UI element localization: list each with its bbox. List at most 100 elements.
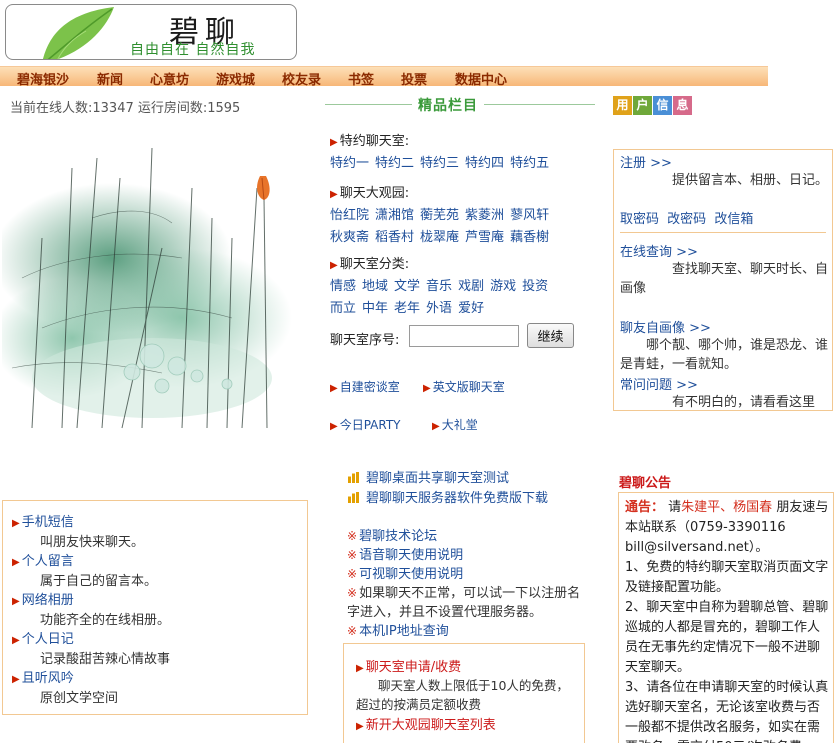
- categories-header: 聊天室分类:: [339, 257, 410, 272]
- asterisk-icon: ※: [347, 586, 358, 600]
- voice-chat-help-link[interactable]: 语音聊天使用说明: [359, 548, 463, 563]
- user-info-badge: 信: [653, 96, 672, 115]
- nav-item-alumni[interactable]: 校友录: [282, 69, 321, 88]
- main-nav: 碧海银沙 新闻 心意坊 游戏城 校友录 书签 投票 数据中心: [0, 66, 768, 88]
- garden-rooms: ▶ 聊天大观园: 怡红院 潇湘馆 蘅芜苑 紫菱洲 蓼风轩 秋爽斋 稻香村 栊翠庵 芦雪庵 藕香榭: [330, 182, 555, 245]
- triangle-bullet-icon: ▶: [330, 189, 338, 200]
- special-room-link[interactable]: 特约三: [420, 156, 459, 171]
- get-password-link[interactable]: 取密码: [620, 212, 659, 227]
- feature-desc: 叫朋友快来聊天。: [40, 535, 145, 550]
- video-chat-help-link[interactable]: 可视聊天使用说明: [359, 567, 463, 582]
- faq-link[interactable]: 常问问题 >>: [620, 374, 698, 393]
- announcement-box: 通告： 请朱建平、杨国春 朋友速与本站联系（0759-3390116 bill@…: [618, 492, 834, 743]
- category-link[interactable]: 投资: [522, 279, 548, 294]
- feature-box: ▶ 手机短信 叫朋友快来聊天。 ▶ 个人留言 属于自己的留言本。 ▶ 网络相册 功能齐…: [2, 500, 308, 715]
- feature-diary-link[interactable]: 个人日记: [22, 632, 74, 647]
- apply-room-link[interactable]: 聊天室申请/收费: [366, 660, 461, 675]
- triangle-bullet-icon: ▶: [432, 421, 440, 432]
- special-rooms-header: 特约聊天室:: [339, 134, 410, 149]
- nav-item-news[interactable]: 新闻: [97, 69, 123, 88]
- garden-room-link[interactable]: 稻香村: [375, 230, 414, 245]
- garden-room-link[interactable]: 栊翠庵: [420, 230, 459, 245]
- special-room-link[interactable]: 特约一: [330, 156, 369, 171]
- category-link[interactable]: 文学: [394, 279, 420, 294]
- special-rooms: ▶ 特约聊天室: 特约一 特约二 特约三 特约四 特约五: [330, 130, 555, 171]
- category-link[interactable]: 情感: [330, 279, 356, 294]
- garden-room-link[interactable]: 紫菱洲: [465, 208, 504, 223]
- desktop-share-link[interactable]: 碧聊桌面共享聊天室测试: [366, 471, 509, 486]
- triangle-bullet-icon: ▶: [330, 260, 338, 271]
- faq-desc: 有不明白的，请看看这里: [672, 395, 816, 410]
- change-password-link[interactable]: 改密码: [667, 212, 706, 227]
- feature-item: ▶ 且听风吟 原创文学空间: [12, 669, 307, 708]
- section-title: 精品栏目: [412, 95, 484, 115]
- nav-item-bookmarks[interactable]: 书签: [348, 69, 374, 88]
- category-link[interactable]: 爱好: [458, 301, 484, 316]
- category-link[interactable]: 外语: [426, 301, 452, 316]
- asterisk-icon: ※: [347, 529, 358, 543]
- nav-item-games[interactable]: 游戏城: [216, 69, 255, 88]
- garden-room-link[interactable]: 芦雪庵: [465, 230, 504, 245]
- special-room-link[interactable]: 特约五: [510, 156, 549, 171]
- nav-item-bihaiyinsha[interactable]: 碧海银沙: [17, 69, 69, 88]
- garden-room-link[interactable]: 蘅芜苑: [420, 208, 459, 223]
- asterisk-icon: ※: [347, 567, 358, 581]
- change-email-link[interactable]: 改信箱: [714, 212, 753, 227]
- download-links: 碧聊桌面共享聊天室测试 碧聊聊天服务器软件免费版下载: [348, 469, 548, 509]
- english-room-link[interactable]: 英文版聊天室: [433, 380, 505, 394]
- special-room-link[interactable]: 特约四: [465, 156, 504, 171]
- register-link[interactable]: 注册 >>: [620, 152, 672, 171]
- garden-room-link[interactable]: 秋爽斋: [330, 230, 369, 245]
- english-room-item: ▶ 英文版聊天室: [423, 378, 505, 395]
- private-room-link[interactable]: 自建密谈室: [340, 380, 400, 394]
- special-room-link[interactable]: 特约二: [375, 156, 414, 171]
- online-query-link[interactable]: 在线查询 >>: [620, 241, 698, 260]
- category-link[interactable]: 游戏: [490, 279, 516, 294]
- category-link[interactable]: 老年: [394, 301, 420, 316]
- feature-guestbook-link[interactable]: 个人留言: [22, 554, 74, 569]
- nav-item-xinyifang[interactable]: 心意坊: [150, 69, 189, 88]
- user-info-badges: 用户信息: [613, 96, 693, 116]
- private-room-item: ▶ 自建密谈室: [330, 378, 400, 395]
- triangle-bullet-icon: ▶: [423, 383, 431, 394]
- divider: [620, 232, 826, 233]
- nav-item-data-center[interactable]: 数据中心: [455, 69, 507, 88]
- tech-forum-link[interactable]: 碧聊技术论坛: [359, 529, 437, 544]
- ip-query-link[interactable]: 本机IP地址查询: [359, 624, 449, 639]
- garden-room-link[interactable]: 怡红院: [330, 208, 369, 223]
- feature-desc: 属于自己的留言本。: [40, 574, 158, 589]
- help-links: ※ 碧聊技术论坛 ※ 语音聊天使用说明 ※ 可视聊天使用说明 ※ 如果聊天不正常，可以试…: [347, 527, 587, 641]
- new-rooms-list-link[interactable]: 新开大观园聊天室列表: [366, 718, 496, 733]
- hall-item: ▶ 大礼堂: [432, 416, 478, 433]
- notice-text: 请: [668, 500, 682, 515]
- hall-link[interactable]: 大礼堂: [442, 418, 478, 432]
- server-download-link[interactable]: 碧聊聊天服务器软件免费版下载: [366, 491, 548, 506]
- garden-room-link[interactable]: 蓼风轩: [510, 208, 549, 223]
- apply-box: ▶ 聊天室申请/收费 聊天室人数上限低于10人的免费，超过的按满员定额收费 ▶ 新开…: [343, 643, 585, 743]
- asterisk-icon: ※: [347, 548, 358, 562]
- nav-item-vote[interactable]: 投票: [401, 69, 427, 88]
- category-link[interactable]: 戏剧: [458, 279, 484, 294]
- feature-album-link[interactable]: 网络相册: [22, 593, 74, 608]
- party-link[interactable]: 今日PARTY: [340, 418, 401, 432]
- continue-button[interactable]: 继续: [527, 323, 574, 348]
- feature-sms-link[interactable]: 手机短信: [22, 515, 74, 530]
- category-link[interactable]: 中年: [362, 301, 388, 316]
- room-number-input[interactable]: [409, 325, 519, 347]
- category-link[interactable]: 地域: [362, 279, 388, 294]
- garden-room-link[interactable]: 藕香榭: [510, 230, 549, 245]
- apply-desc: 聊天室人数上限低于10人的免费，超过的按满员定额收费: [356, 678, 569, 712]
- triangle-bullet-icon: ▶: [330, 137, 338, 148]
- category-link[interactable]: 而立: [330, 301, 356, 316]
- site-logo[interactable]: 碧聊 自由自在 自然自我: [5, 4, 297, 60]
- garden-room-link[interactable]: 潇湘馆: [375, 208, 414, 223]
- feature-item: ▶ 手机短信 叫朋友快来聊天。: [12, 513, 307, 552]
- signal-bars-icon: [348, 492, 360, 503]
- logo-slogan: 自由自在 自然自我: [130, 42, 256, 58]
- feature-literature-link[interactable]: 且听风吟: [22, 671, 74, 686]
- self-portrait-link[interactable]: 聊友自画像 >>: [620, 317, 711, 336]
- garden-header: 聊天大观园:: [339, 186, 410, 201]
- category-link[interactable]: 音乐: [426, 279, 452, 294]
- register-desc: 提供留言本、相册、日记。: [672, 173, 829, 188]
- signal-bars-icon: [348, 472, 360, 483]
